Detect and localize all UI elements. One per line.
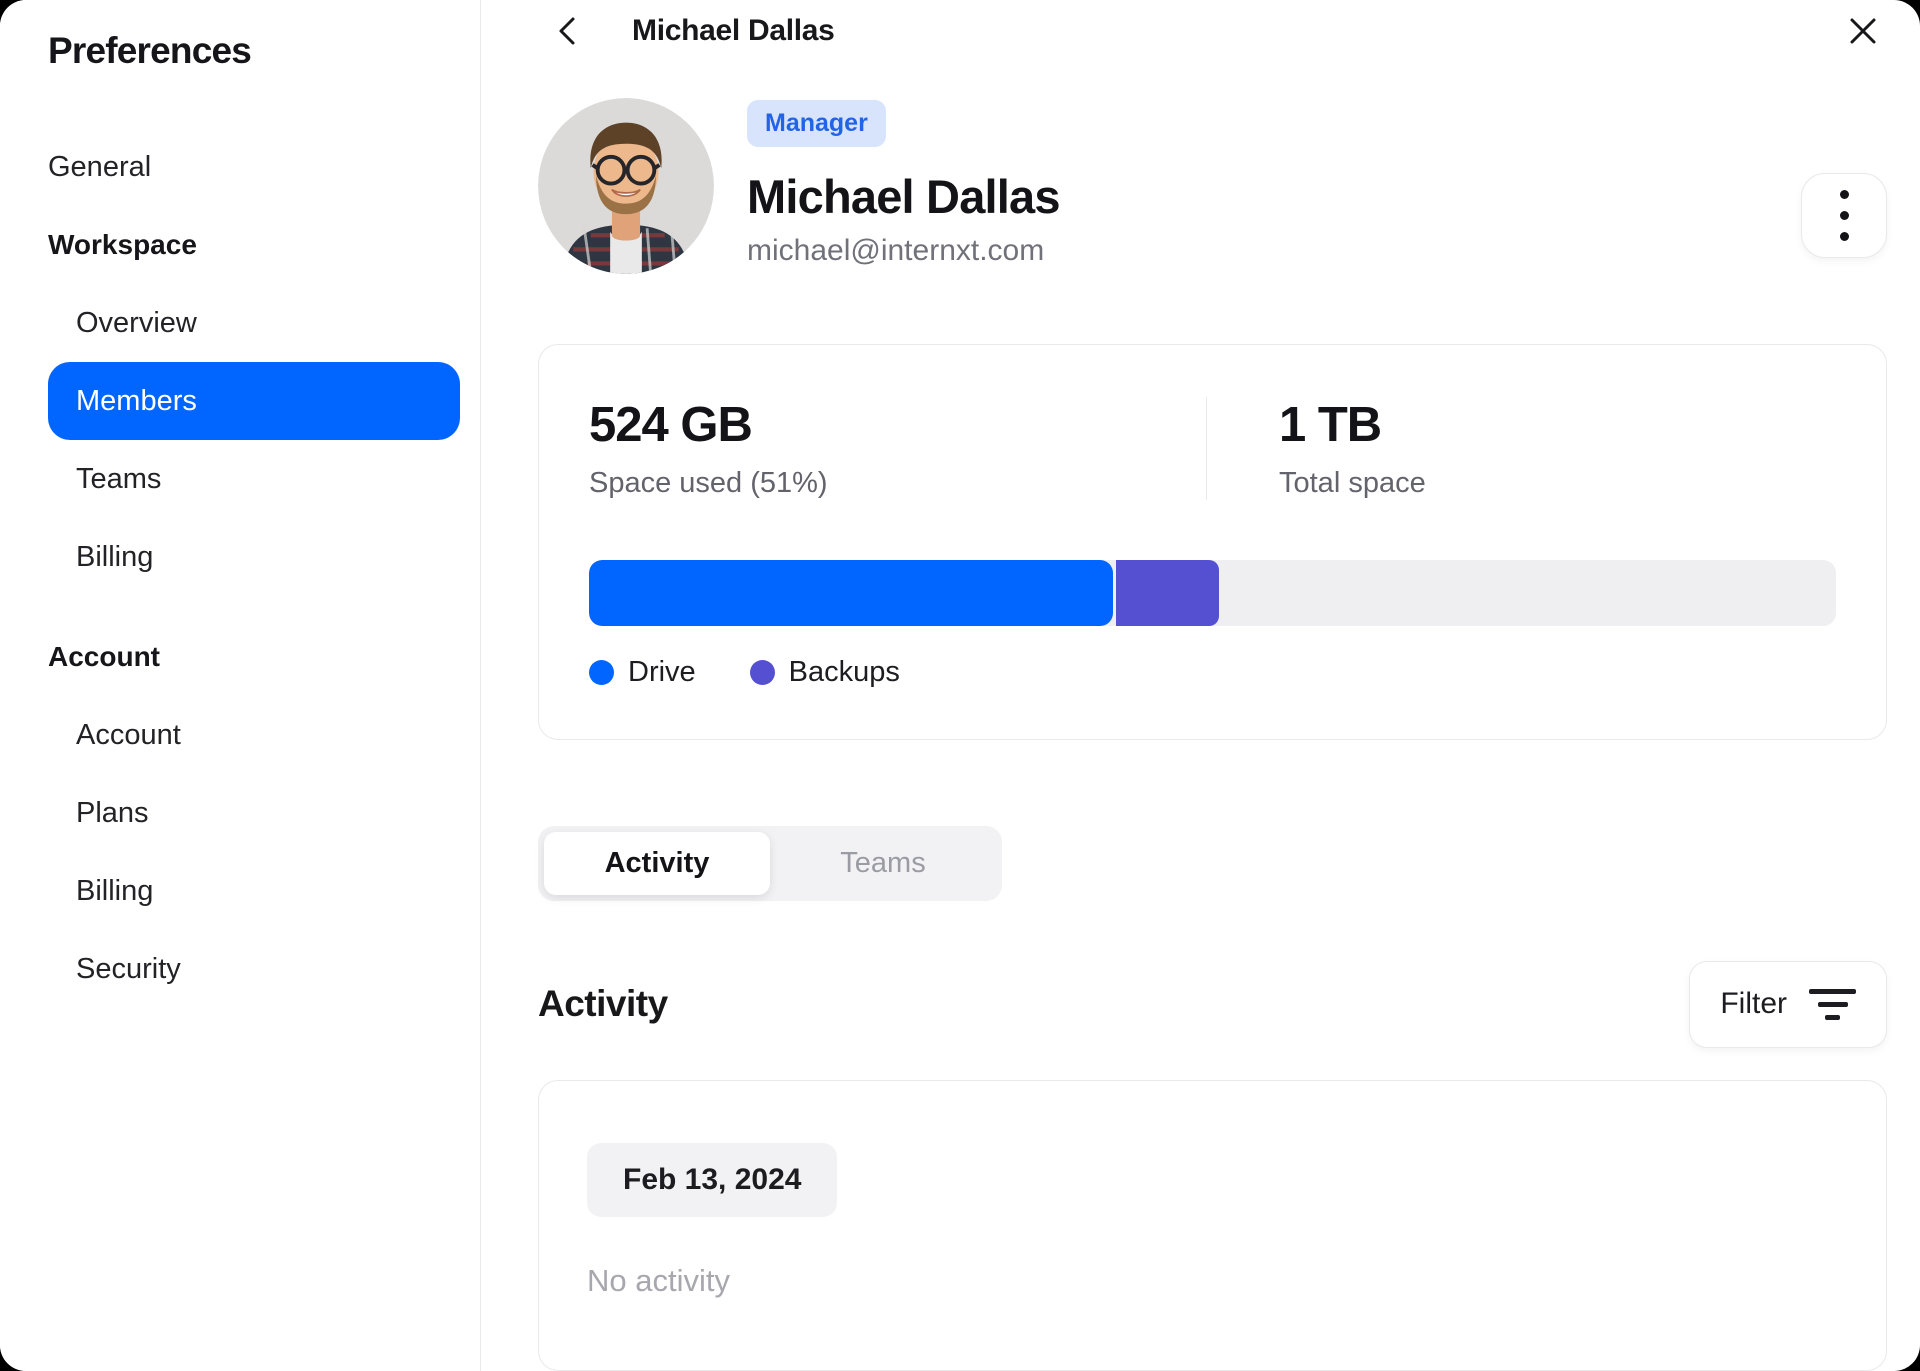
storage-stats: 524 GB Space used (51%) 1 TB Total space [589, 396, 1836, 500]
storage-progress-bar [589, 559, 1836, 626]
sidebar-item-overview[interactable]: Overview [48, 284, 460, 362]
sidebar-item-security[interactable]: Security [48, 930, 460, 1008]
total-space-label: Total space [1279, 466, 1426, 499]
avatar [538, 97, 714, 274]
tab-teams[interactable]: Teams [770, 832, 996, 895]
storage-legend: Drive Backups [589, 656, 1836, 689]
no-activity-text: No activity [587, 1262, 730, 1298]
preferences-window: Preferences General Workspace Overview M… [0, 0, 1920, 1371]
sidebar-item-members[interactable]: Members [48, 362, 460, 440]
x-icon [1847, 15, 1879, 47]
legend-label-backups: Backups [788, 655, 900, 688]
chevron-left-icon [552, 14, 584, 48]
activity-header: Activity Filter [538, 960, 1887, 1048]
back-button[interactable] [546, 9, 590, 53]
space-used-label: Space used (51%) [589, 466, 828, 499]
date-badge: Feb 13, 2024 [587, 1142, 838, 1217]
detail-tabs: Activity Teams [538, 825, 1002, 901]
legend-label-drive: Drive [628, 655, 696, 688]
filter-button[interactable]: Filter [1689, 960, 1887, 1048]
space-used-stat: 524 GB Space used (51%) [589, 397, 1206, 500]
activity-log-card: Feb 13, 2024 No activity [538, 1079, 1887, 1371]
legend-item-backups: Backups [749, 655, 900, 689]
sidebar-item-general[interactable]: General [48, 128, 460, 206]
profile-section: Manager Michael Dallas michael@internxt.… [538, 97, 1887, 274]
sidebar-item-teams[interactable]: Teams [48, 440, 460, 518]
member-detail-panel: Michael Dallas Manager Michael Dallas mi… [481, 0, 1920, 1371]
tab-activity[interactable]: Activity [544, 831, 770, 895]
activity-heading: Activity [538, 983, 668, 1025]
sidebar: Preferences General Workspace Overview M… [0, 0, 481, 1371]
progress-segment-drive [589, 559, 1113, 626]
sidebar-section-workspace: Workspace [48, 229, 197, 260]
panel-header: Michael Dallas [538, 0, 1887, 62]
sidebar-item-plans[interactable]: Plans [48, 774, 460, 852]
sidebar-item-billing-account[interactable]: Billing [48, 852, 460, 930]
profile-info: Manager Michael Dallas michael@internxt.… [747, 98, 1061, 274]
filter-button-label: Filter [1720, 987, 1787, 1021]
legend-item-drive: Drive [589, 656, 696, 689]
kebab-menu-icon [1839, 189, 1849, 241]
drive-dot-icon [589, 659, 614, 685]
backups-dot-icon [749, 659, 775, 685]
space-used-value: 524 GB [589, 397, 753, 452]
total-space-value: 1 TB [1279, 397, 1382, 452]
panel-title: Michael Dallas [632, 13, 835, 47]
sidebar-item-billing-workspace[interactable]: Billing [48, 518, 460, 596]
storage-usage-card: 524 GB Space used (51%) 1 TB Total space… [538, 343, 1887, 740]
more-options-button[interactable] [1801, 172, 1887, 258]
close-button[interactable] [1839, 7, 1887, 55]
sidebar-section-account: Account [48, 641, 160, 672]
total-space-stat: 1 TB Total space [1207, 397, 1426, 500]
filter-lines-icon [1809, 988, 1856, 1020]
profile-email: michael@internxt.com [747, 233, 1045, 267]
sidebar-item-account[interactable]: Account [48, 696, 460, 774]
sidebar-nav: General Workspace Overview Members Teams… [48, 128, 460, 1008]
role-badge: Manager [747, 99, 886, 147]
sidebar-title: Preferences [48, 30, 252, 71]
profile-name: Michael Dallas [747, 169, 1061, 223]
progress-segment-backups [1115, 559, 1220, 626]
